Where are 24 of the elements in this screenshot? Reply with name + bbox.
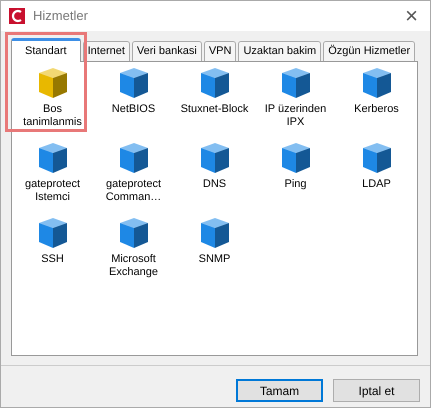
app-logo-icon: [9, 8, 25, 24]
close-button[interactable]: ×: [405, 5, 418, 27]
service-item[interactable]: Microsoft Exchange: [93, 217, 174, 284]
tab[interactable]: Standart: [11, 38, 81, 62]
tab[interactable]: Internet: [82, 41, 130, 61]
service-item[interactable]: SNMP: [174, 217, 255, 284]
service-item[interactable]: SSH: [12, 217, 93, 284]
service-item[interactable]: NetBIOS: [93, 67, 174, 134]
service-item[interactable]: DNS: [174, 142, 255, 209]
service-item[interactable]: Bos tanimlanmis: [12, 67, 93, 134]
service-item[interactable]: Stuxnet-Block: [174, 67, 255, 134]
service-item[interactable]: gateprotect Istemci: [12, 142, 93, 209]
tab[interactable]: Özgün Hizmetler: [323, 41, 416, 61]
dialog-button[interactable]: Tamam: [236, 379, 323, 402]
service-item[interactable]: IP üzerinden IPX: [255, 67, 336, 134]
tab[interactable]: Uzaktan bakim: [238, 41, 322, 61]
tab[interactable]: Veri bankasi: [132, 41, 202, 61]
service-item[interactable]: gateprotect Comman…: [93, 142, 174, 209]
tab[interactable]: VPN: [204, 41, 236, 61]
service-item[interactable]: Kerberos: [336, 67, 417, 134]
dialog-button[interactable]: Iptal et: [333, 379, 420, 402]
service-item[interactable]: LDAP: [336, 142, 417, 209]
window-title: Hizmetler: [33, 7, 88, 26]
service-item[interactable]: Ping: [255, 142, 336, 209]
